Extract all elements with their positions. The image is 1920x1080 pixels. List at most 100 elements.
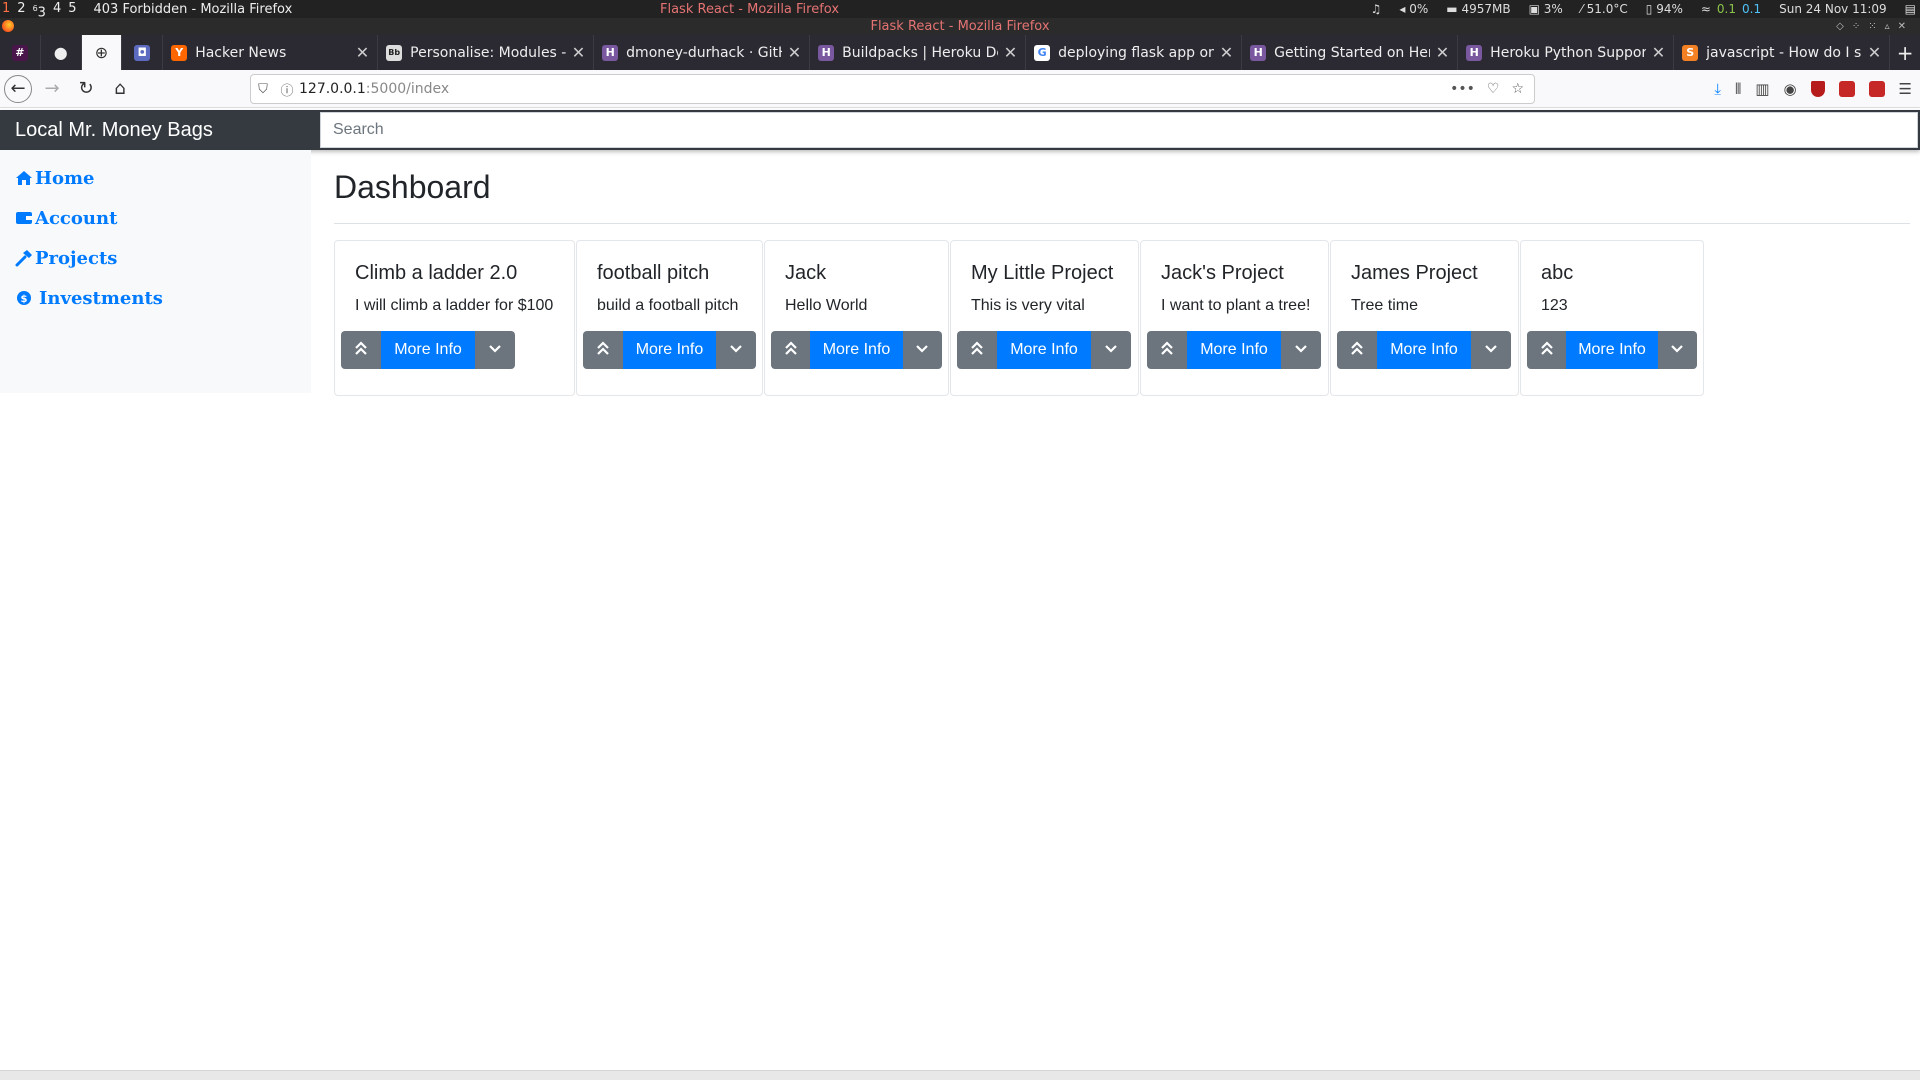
brand-title[interactable]: Local Mr. Money Bags bbox=[15, 110, 213, 150]
extension-icon[interactable] bbox=[1868, 81, 1885, 97]
more-info-button[interactable]: More Info bbox=[1187, 331, 1281, 369]
toolbar-right: ⤓ ⫴ ▥ ◉ ☰ bbox=[1714, 74, 1912, 104]
volume-status: ◂ 0% bbox=[1399, 2, 1428, 16]
tab-stackoverflow[interactable]: Sjavascript - How do I se ✕ bbox=[1674, 35, 1891, 70]
upvote-button[interactable] bbox=[1527, 331, 1567, 369]
tab-label: deploying flask app on bbox=[1058, 44, 1214, 61]
dropdown-toggle-button[interactable] bbox=[1657, 331, 1697, 369]
net-down-value: 0.1 bbox=[1742, 2, 1762, 16]
reload-button[interactable]: ↻ bbox=[70, 73, 102, 105]
upvote-button[interactable] bbox=[1337, 331, 1377, 369]
dropdown-toggle-button[interactable] bbox=[1471, 331, 1511, 369]
home-button[interactable]: ⌂ bbox=[104, 73, 136, 105]
more-info-button[interactable]: More Info bbox=[381, 331, 475, 369]
firefox-logo-icon bbox=[2, 20, 14, 32]
back-button[interactable]: ← bbox=[2, 73, 34, 105]
info-icon[interactable]: ⓘ bbox=[275, 80, 299, 99]
close-icon[interactable]: ✕ bbox=[1220, 43, 1233, 62]
menu-icon[interactable]: ☰ bbox=[1899, 80, 1912, 98]
pinned-tab-extension[interactable]: ◘ bbox=[122, 35, 164, 70]
workspace-4[interactable]: 4 bbox=[53, 0, 61, 18]
pinned-tab-slack[interactable]: # bbox=[0, 35, 41, 70]
close-icon[interactable]: ✕ bbox=[1868, 43, 1881, 62]
sidebar-item-account[interactable]: Account bbox=[0, 198, 311, 238]
search-input[interactable] bbox=[320, 112, 1918, 148]
close-icon[interactable]: ✕ bbox=[356, 43, 369, 62]
chevron-down-icon bbox=[488, 341, 502, 359]
upvote-button[interactable] bbox=[1147, 331, 1187, 369]
tab-buildpacks[interactable]: H Buildpacks | Heroku De ✕ bbox=[810, 35, 1027, 70]
chevron-down-icon bbox=[729, 341, 743, 359]
tab-heroku-python[interactable]: H Heroku Python Support ✕ bbox=[1458, 35, 1675, 70]
project-card: Jack Hello World More Info bbox=[764, 240, 949, 396]
upvote-button[interactable] bbox=[957, 331, 997, 369]
dropdown-toggle-button[interactable] bbox=[475, 331, 515, 369]
navigation-toolbar: ← → ↻ ⌂ ⛉ ⓘ 127.0.0.1:5000/index ••• ♡ ☆… bbox=[0, 70, 1920, 108]
double-chevron-up-icon bbox=[1540, 340, 1554, 361]
heroku-favicon: H bbox=[602, 44, 619, 61]
close-icon[interactable]: ✕ bbox=[1652, 43, 1665, 62]
url-host: 127.0.0.1 bbox=[299, 81, 366, 97]
cpu-icon: ▣ bbox=[1528, 2, 1540, 16]
workspace-5[interactable]: 5 bbox=[68, 0, 76, 18]
net-up-value: 0.1 bbox=[1716, 2, 1737, 16]
ublock-icon[interactable] bbox=[1810, 81, 1825, 97]
tab-github-repo[interactable]: Hdmoney-durhack · GitH ✕ bbox=[594, 35, 811, 70]
lastpass-icon[interactable] bbox=[1838, 81, 1855, 97]
dropdown-toggle-button[interactable] bbox=[1091, 331, 1131, 369]
more-info-button[interactable]: More Info bbox=[1377, 331, 1471, 369]
card-button-group: More Info bbox=[1147, 331, 1322, 369]
workspace-2[interactable]: 2 bbox=[17, 0, 25, 18]
volume-value: 0% bbox=[1409, 2, 1429, 16]
sidebar-item-label: Home bbox=[35, 167, 95, 189]
upvote-button[interactable] bbox=[771, 331, 811, 369]
close-icon[interactable]: ✕ bbox=[788, 43, 801, 62]
chevron-down-icon bbox=[1104, 341, 1118, 359]
url-path: :5000/index bbox=[365, 81, 450, 97]
pinned-tab-active[interactable]: ⊕ bbox=[81, 35, 123, 70]
horizontal-scrollbar[interactable] bbox=[0, 1070, 1920, 1080]
memory-icon: ▬ bbox=[1446, 2, 1458, 16]
bookmark-star-icon[interactable]: ☆ bbox=[1511, 81, 1524, 97]
more-info-button[interactable]: More Info bbox=[810, 331, 903, 369]
sidebar: Home Account Projects $ Investments bbox=[0, 150, 311, 393]
tab-getting-started[interactable]: H Getting Started on Hero ✕ bbox=[1242, 35, 1459, 70]
account-icon[interactable]: ◉ bbox=[1783, 80, 1796, 98]
more-actions-icon[interactable]: ••• bbox=[1450, 81, 1475, 97]
dropdown-toggle-button[interactable] bbox=[902, 331, 942, 369]
close-icon[interactable]: ✕ bbox=[1436, 43, 1449, 62]
pocket-icon[interactable]: ♡ bbox=[1487, 81, 1500, 97]
pinned-tab-github[interactable]: ● bbox=[41, 35, 82, 70]
upvote-button[interactable] bbox=[583, 331, 623, 369]
card-title: Jack's Project bbox=[1161, 262, 1284, 284]
workspace-1[interactable]: 1 bbox=[2, 0, 10, 18]
window-controls[interactable]: ◇⁘⁙▵✕ bbox=[1836, 18, 1914, 35]
dropdown-toggle-button[interactable] bbox=[1281, 331, 1321, 369]
sidebar-item-projects[interactable]: Projects bbox=[0, 238, 311, 278]
upvote-button[interactable] bbox=[341, 331, 381, 369]
new-tab-button[interactable]: + bbox=[1890, 35, 1920, 70]
close-icon[interactable]: ✕ bbox=[572, 43, 585, 62]
sidebar-icon[interactable]: ▥ bbox=[1755, 80, 1769, 98]
sidebar-item-home[interactable]: Home bbox=[0, 158, 311, 198]
more-info-button[interactable]: More Info bbox=[1566, 331, 1658, 369]
dropdown-toggle-button[interactable] bbox=[716, 331, 756, 369]
more-info-button[interactable]: More Info bbox=[622, 331, 717, 369]
downloads-icon[interactable]: ⤓ bbox=[1714, 80, 1721, 98]
tab-personalise[interactable]: Bb Personalise: Modules - ✕ bbox=[378, 35, 595, 70]
more-info-button[interactable]: More Info bbox=[997, 331, 1091, 369]
project-card: Climb a ladder 2.0 I will climb a ladder… bbox=[334, 240, 575, 396]
library-icon[interactable]: ⫴ bbox=[1735, 80, 1741, 98]
forward-button[interactable]: → bbox=[36, 73, 68, 105]
system-bar: 1 2 63 4 5 403 Forbidden - Mozilla Firef… bbox=[0, 0, 1920, 20]
tab-hacker-news[interactable]: Y Hacker News ✕ bbox=[163, 35, 379, 70]
project-card: football pitch build a football pitch Mo… bbox=[576, 240, 763, 396]
tab-google-search[interactable]: Gdeploying flask app on ✕ bbox=[1026, 35, 1243, 70]
temp-value: 51.0°C bbox=[1586, 2, 1628, 16]
sidebar-item-investments[interactable]: $ Investments bbox=[0, 278, 311, 318]
url-bar[interactable]: ⛉ ⓘ 127.0.0.1:5000/index ••• ♡ ☆ bbox=[250, 74, 1535, 104]
close-icon[interactable]: ✕ bbox=[1004, 43, 1017, 62]
focused-window-title: 403 Forbidden - Mozilla Firefox bbox=[93, 1, 293, 17]
shield-icon[interactable]: ⛉ bbox=[251, 82, 275, 97]
tab-label: javascript - How do I se bbox=[1706, 44, 1862, 61]
